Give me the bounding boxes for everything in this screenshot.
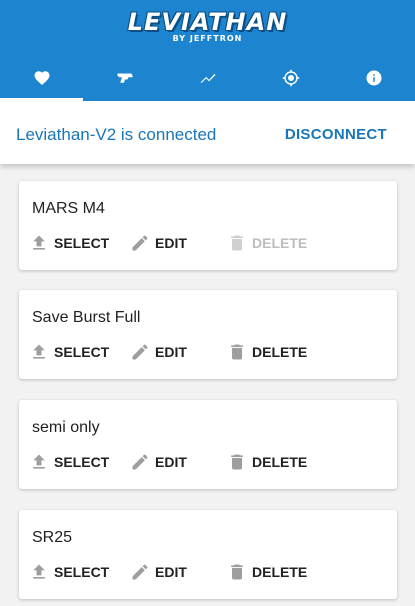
pencil-icon	[132, 564, 148, 580]
logo-subtitle: BY JEFFTRON	[172, 34, 243, 43]
select-label: SELECT	[54, 235, 110, 251]
trash-icon	[231, 564, 243, 580]
tab-bar	[0, 54, 415, 101]
edit-label: EDIT	[155, 344, 187, 360]
gun-icon	[117, 73, 132, 83]
delete-button[interactable]: DELETE	[227, 562, 307, 582]
select-button[interactable]: SELECT	[29, 562, 130, 582]
profile-name: semi only	[32, 419, 100, 436]
delete-button[interactable]: DELETE	[227, 342, 307, 362]
profile-actions: SELECT EDIT DELETE	[29, 340, 307, 364]
app-logo: LEVIATHAN BY JEFFTRON	[0, 8, 415, 50]
edit-label: EDIT	[155, 564, 187, 580]
connection-bar: Leviathan-V2 is connected DISCONNECT	[0, 101, 415, 164]
tab-weapon[interactable]	[83, 54, 166, 101]
tab-info[interactable]	[332, 54, 415, 101]
connection-status: Leviathan-V2 is connected	[16, 125, 217, 144]
profile-card: semi only SELECT EDIT DELETE	[19, 400, 397, 489]
delete-button: DELETE	[227, 233, 307, 253]
heart-icon	[34, 70, 49, 85]
tab-target[interactable]	[249, 54, 332, 101]
delete-label: DELETE	[252, 454, 308, 470]
profile-actions: SELECT EDIT DELETE	[29, 560, 307, 584]
info-icon	[366, 70, 381, 85]
tab-favorites[interactable]	[0, 54, 83, 101]
delete-label: DELETE	[252, 564, 308, 580]
profile-card: SR25 SELECT EDIT DELETE	[19, 510, 397, 599]
edit-button[interactable]: EDIT	[130, 233, 227, 253]
upload-icon	[33, 344, 45, 359]
pencil-icon	[132, 235, 148, 251]
profile-name: MARS M4	[32, 200, 105, 217]
select-button[interactable]: SELECT	[29, 452, 130, 472]
select-button[interactable]: SELECT	[29, 342, 130, 362]
delete-button[interactable]: DELETE	[227, 452, 307, 472]
select-button[interactable]: SELECT	[29, 233, 130, 253]
select-label: SELECT	[54, 564, 110, 580]
disconnect-button[interactable]: DISCONNECT	[285, 126, 387, 143]
profile-actions: SELECT EDIT DELETE	[29, 231, 307, 255]
delete-label: DELETE	[252, 344, 308, 360]
edit-button[interactable]: EDIT	[130, 452, 227, 472]
edit-button[interactable]: EDIT	[130, 562, 227, 582]
crosshair-icon	[282, 69, 299, 86]
upload-icon	[33, 564, 45, 579]
select-label: SELECT	[54, 344, 110, 360]
profile-actions: SELECT EDIT DELETE	[29, 450, 307, 474]
trash-icon	[231, 235, 243, 251]
profile-name: SR25	[32, 529, 73, 546]
edit-label: EDIT	[155, 454, 187, 470]
upload-icon	[33, 454, 45, 469]
pencil-icon	[132, 454, 148, 470]
app-header: LEVIATHAN BY JEFFTRON	[0, 0, 415, 101]
edit-button[interactable]: EDIT	[130, 342, 227, 362]
tab-stats[interactable]	[166, 54, 249, 101]
trending-icon	[200, 73, 215, 83]
profile-name: Save Burst Full	[32, 309, 141, 326]
trash-icon	[231, 344, 243, 360]
edit-label: EDIT	[155, 235, 187, 251]
delete-label: DELETE	[252, 235, 308, 251]
select-label: SELECT	[54, 454, 110, 470]
profile-card: MARS M4 SELECT EDIT DELETE	[19, 181, 397, 270]
pencil-icon	[132, 344, 148, 360]
logo-title: LEVIATHAN	[127, 8, 288, 36]
trash-icon	[231, 454, 243, 470]
upload-icon	[33, 235, 45, 250]
profile-card: Save Burst Full SELECT EDIT DELETE	[19, 290, 397, 379]
